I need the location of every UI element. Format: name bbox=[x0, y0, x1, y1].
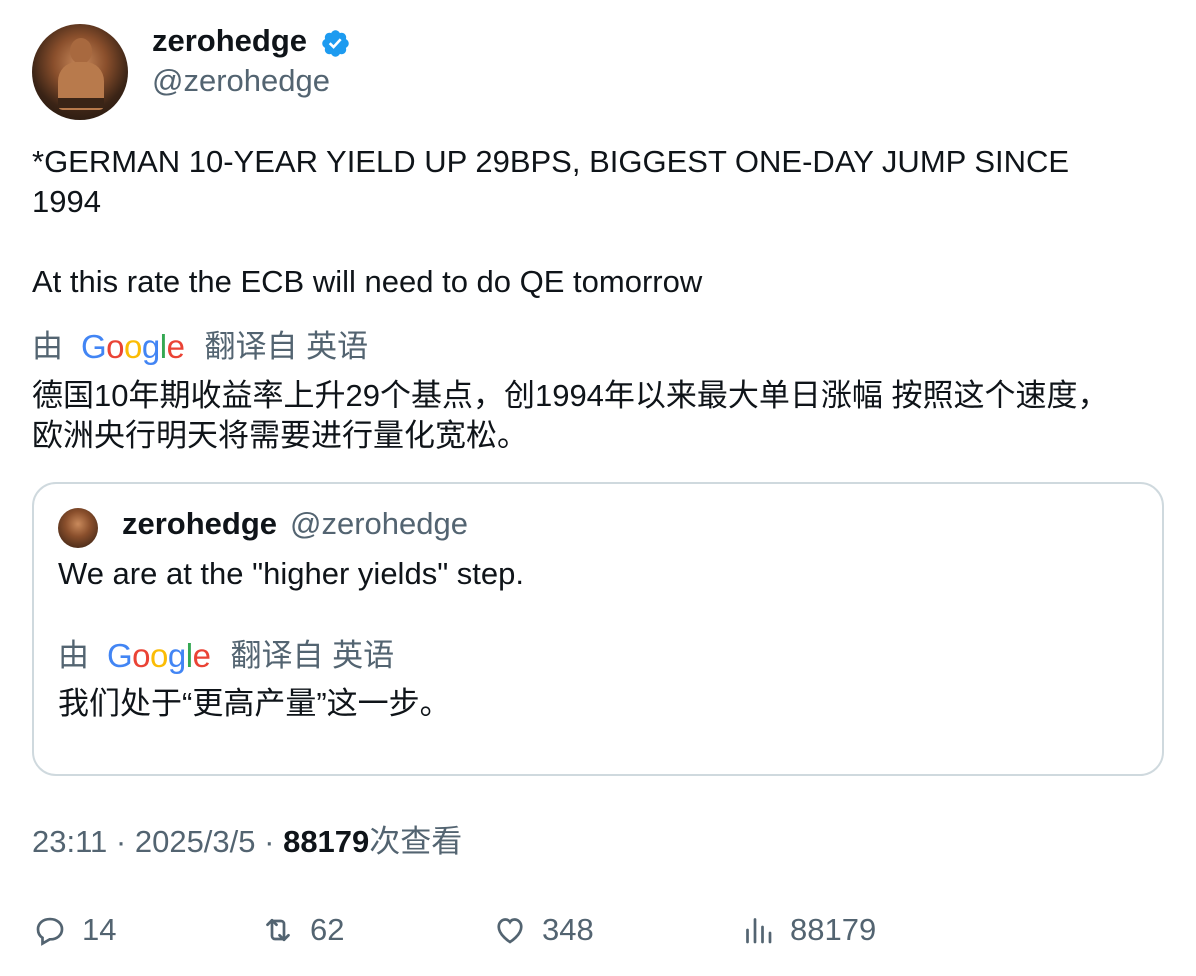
translate-bar[interactable]: 由 Google 翻译自 英语 bbox=[32, 327, 368, 367]
tweet-date[interactable]: 2025/3/5 bbox=[135, 824, 256, 859]
tweet-line: 1994 bbox=[32, 184, 101, 219]
tweet-line: *GERMAN 10-YEAR YIELD UP 29BPS, BIGGEST … bbox=[32, 144, 1070, 179]
meta-separator: · bbox=[255, 824, 284, 859]
translated-from-label: 翻译自 英语 bbox=[204, 329, 369, 364]
quoted-author-name: zerohedge bbox=[122, 506, 278, 541]
reply-icon bbox=[36, 917, 64, 946]
translated-text: 德国10年期收益率上升29个基点，创1994年以来最大单日涨幅 按照这个速度， … bbox=[32, 376, 1109, 456]
analytics-icon bbox=[746, 918, 772, 944]
reply-count: 14 bbox=[82, 912, 117, 947]
action-bar: 14 62 348 88179 bbox=[0, 906, 1196, 954]
repost-icon bbox=[266, 918, 290, 942]
reply-button[interactable]: 14 bbox=[32, 906, 116, 954]
quoted-author-handle: @zerohedge bbox=[290, 506, 468, 541]
views-button[interactable]: 88179 bbox=[740, 906, 876, 954]
verified-badge-icon bbox=[322, 30, 349, 57]
tweet-text: *GERMAN 10-YEAR YIELD UP 29BPS, BIGGEST … bbox=[32, 142, 1162, 302]
quoted-tweet-text: We are at the "higher yields" step. bbox=[58, 556, 525, 591]
meta-separator: · bbox=[107, 824, 135, 859]
author-handle[interactable]: @zerohedge bbox=[152, 62, 330, 100]
views-count: 88179 bbox=[790, 912, 877, 947]
google-logo: Google bbox=[81, 328, 185, 365]
author-avatar[interactable] bbox=[32, 24, 128, 120]
like-button[interactable]: 348 bbox=[492, 906, 594, 954]
translation-line: 欧洲央行明天将需要进行量化宽松。 bbox=[32, 418, 528, 453]
view-count: 88179 bbox=[283, 824, 370, 859]
quoted-translate-bar[interactable]: 由 Google 翻译自 英语 bbox=[58, 636, 394, 676]
author-name[interactable]: zerohedge bbox=[152, 22, 307, 60]
translated-by-label: 由 bbox=[58, 638, 89, 673]
quoted-translated-text: 我们处于“更高产量”这一步。 bbox=[58, 686, 451, 721]
repost-button[interactable]: 62 bbox=[260, 906, 344, 954]
translated-from-label: 翻译自 英语 bbox=[230, 638, 395, 673]
tweet-meta: 23:11 · 2025/3/5 · 88179次查看 bbox=[32, 822, 462, 862]
tweet-line: At this rate the ECB will need to do QE … bbox=[32, 264, 703, 299]
tweet-time[interactable]: 23:11 bbox=[32, 824, 107, 859]
quoted-author-avatar bbox=[58, 508, 98, 548]
tweet-page: zerohedge @zerohedge *GERMAN 10-YEAR YIE… bbox=[0, 0, 1196, 976]
like-count: 348 bbox=[542, 912, 594, 947]
google-logo: Google bbox=[107, 637, 211, 674]
translation-line: 德国10年期收益率上升29个基点，创1994年以来最大单日涨幅 按照这个速度， bbox=[32, 378, 1109, 413]
translated-by-label: 由 bbox=[32, 329, 63, 364]
repost-count: 62 bbox=[310, 912, 345, 947]
view-count-label: 次查看 bbox=[369, 824, 463, 859]
quoted-tweet[interactable]: zerohedge @zerohedge We are at the "high… bbox=[32, 482, 1164, 776]
heart-icon bbox=[497, 918, 523, 944]
